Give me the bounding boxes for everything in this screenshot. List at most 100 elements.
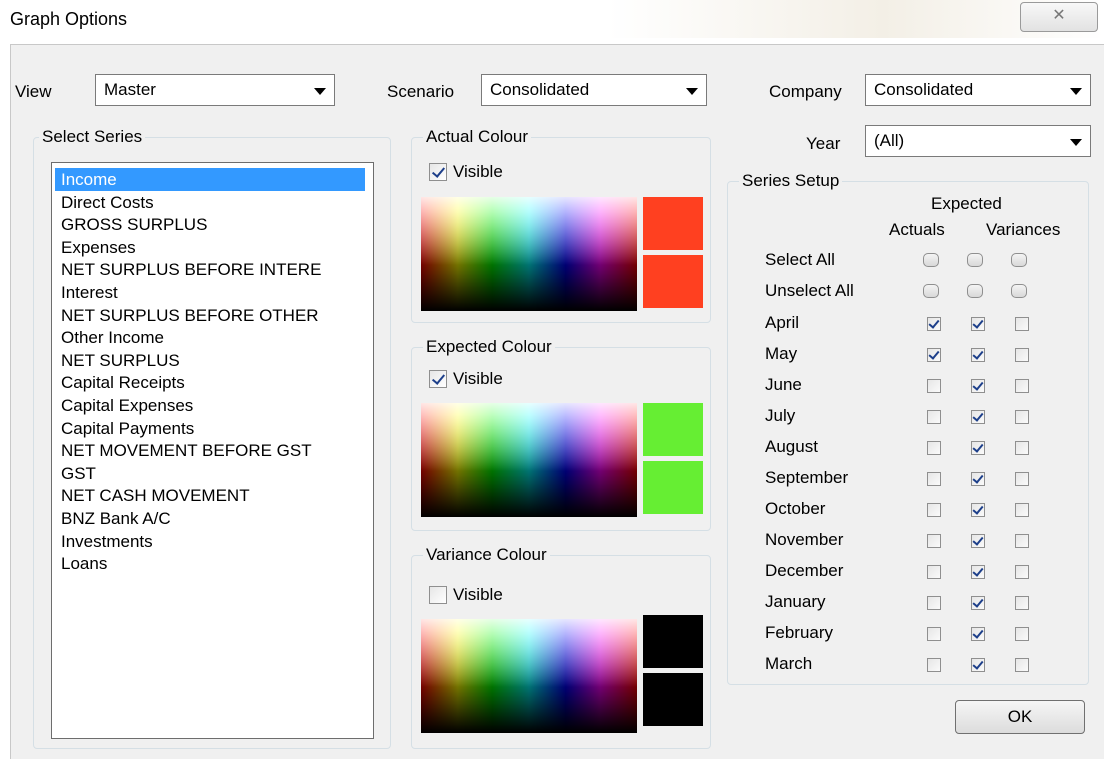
month-label: November [765, 530, 844, 549]
variances-checkbox[interactable] [1015, 410, 1029, 424]
expected-colour-swatch[interactable] [643, 403, 703, 456]
actuals-checkbox[interactable] [927, 534, 941, 548]
month-label: December [765, 561, 844, 580]
variance-colour-spectrum[interactable] [421, 619, 637, 733]
series-list-item[interactable]: Capital Expenses [61, 394, 193, 417]
dialog-client-area: View Master Scenario Consolidated Compan… [10, 44, 1104, 759]
ok-button[interactable]: OK [955, 700, 1085, 734]
expected-checkbox[interactable] [971, 410, 985, 424]
month-label: May [765, 344, 798, 363]
series-list-item[interactable]: NET SURPLUS BEFORE INTERE [61, 258, 321, 281]
close-icon: ✕ [1052, 7, 1066, 24]
series-list-item[interactable]: GROSS SURPLUS [61, 213, 207, 236]
series-list-item[interactable]: Loans [61, 552, 107, 575]
select-all-actuals-button[interactable] [923, 253, 939, 267]
actuals-checkbox[interactable] [927, 503, 941, 517]
variances-checkbox[interactable] [1015, 658, 1029, 672]
expected-checkbox[interactable] [971, 534, 985, 548]
expected-checkbox[interactable] [971, 596, 985, 610]
variances-checkbox[interactable] [1015, 317, 1029, 331]
actuals-checkbox[interactable] [927, 565, 941, 579]
variances-checkbox[interactable] [1015, 503, 1029, 517]
variances-checkbox[interactable] [1015, 565, 1029, 579]
series-list-item[interactable]: NET CASH MOVEMENT [61, 484, 250, 507]
series-list-item[interactable]: Investments [61, 530, 153, 553]
variances-checkbox[interactable] [1015, 348, 1029, 362]
series-list-item[interactable]: Direct Costs [61, 191, 154, 214]
expected-checkbox[interactable] [971, 565, 985, 579]
series-setup-title: Series Setup [739, 171, 843, 191]
variance-visible-checkbox[interactable] [429, 586, 447, 604]
expected-checkbox[interactable] [971, 379, 985, 393]
variance-colour-swatch[interactable] [643, 615, 703, 668]
chevron-down-icon [314, 88, 326, 95]
series-list-item[interactable]: NET MOVEMENT BEFORE GST [61, 439, 312, 462]
variances-checkbox[interactable] [1015, 379, 1029, 393]
actual-colour-swatch[interactable] [643, 255, 703, 308]
series-list-item[interactable]: Interest [61, 281, 118, 304]
window-title: Graph Options [10, 9, 128, 29]
variances-checkbox[interactable] [1015, 627, 1029, 641]
select-all-label: Select All [765, 250, 835, 269]
variances-checkbox[interactable] [1015, 472, 1029, 486]
month-label: January [765, 592, 826, 611]
month-label: September [765, 468, 849, 487]
expected-checkbox[interactable] [971, 348, 985, 362]
series-list-item[interactable]: Income [55, 168, 365, 191]
actuals-checkbox[interactable] [927, 658, 941, 672]
actuals-checkbox[interactable] [927, 472, 941, 486]
unselect-all-actuals-button[interactable] [923, 284, 939, 298]
variances-checkbox[interactable] [1015, 441, 1029, 455]
month-label: October [765, 499, 826, 518]
month-label: April [765, 313, 800, 332]
unselect-all-expected-button[interactable] [967, 284, 983, 298]
expected-visible-checkbox[interactable] [429, 370, 447, 388]
select-all-variances-button[interactable] [1011, 253, 1027, 267]
variance-colour-title: Variance Colour [423, 545, 550, 565]
actual-colour-spectrum[interactable] [421, 197, 637, 311]
expected-checkbox[interactable] [971, 503, 985, 517]
actual-colour-swatch[interactable] [643, 197, 703, 250]
series-list-item[interactable]: Capital Receipts [61, 371, 185, 394]
expected-checkbox[interactable] [971, 627, 985, 641]
expected-checkbox[interactable] [971, 472, 985, 486]
series-list-item[interactable]: BNZ Bank A/C [61, 507, 171, 530]
month-label: June [765, 375, 802, 394]
expected-checkbox[interactable] [971, 441, 985, 455]
month-label: August [765, 437, 818, 456]
year-dropdown[interactable]: (All) [865, 125, 1091, 157]
actuals-checkbox[interactable] [927, 596, 941, 610]
month-label: February [765, 623, 834, 642]
variances-checkbox[interactable] [1015, 534, 1029, 548]
select-all-expected-button[interactable] [967, 253, 983, 267]
actuals-checkbox[interactable] [927, 410, 941, 424]
expected-colour-swatch[interactable] [643, 461, 703, 514]
actuals-checkbox[interactable] [927, 441, 941, 455]
actuals-checkbox[interactable] [927, 317, 941, 331]
unselect-all-variances-button[interactable] [1011, 284, 1027, 298]
scenario-dropdown[interactable]: Consolidated [481, 74, 707, 106]
variances-checkbox[interactable] [1015, 596, 1029, 610]
expected-checkbox[interactable] [971, 317, 985, 331]
series-list-item[interactable]: Capital Payments [61, 417, 194, 440]
close-button[interactable]: ✕ [1020, 2, 1098, 32]
series-list-item[interactable]: NET SURPLUS BEFORE OTHER [61, 304, 319, 327]
actual-visible-label: Visible [453, 162, 503, 181]
series-list-item[interactable]: NET SURPLUS [61, 349, 180, 372]
company-dropdown[interactable]: Consolidated [865, 74, 1091, 106]
series-list-item[interactable]: Expenses [61, 236, 136, 259]
series-listbox[interactable]: Income Direct Costs GROSS SURPLUS Expenses N… [51, 162, 374, 739]
actuals-checkbox[interactable] [927, 348, 941, 362]
actual-visible-checkbox[interactable] [429, 163, 447, 181]
scenario-value: Consolidated [490, 80, 590, 99]
year-label: Year [806, 134, 841, 153]
view-dropdown[interactable]: Master [95, 74, 335, 106]
actuals-checkbox[interactable] [927, 627, 941, 641]
variances-column-header: Variances [986, 220, 1061, 239]
variance-colour-swatch[interactable] [643, 673, 703, 726]
series-list-item[interactable]: Other Income [61, 326, 164, 349]
expected-colour-spectrum[interactable] [421, 403, 637, 517]
expected-checkbox[interactable] [971, 658, 985, 672]
series-list-item[interactable]: GST [61, 462, 96, 485]
actuals-checkbox[interactable] [927, 379, 941, 393]
